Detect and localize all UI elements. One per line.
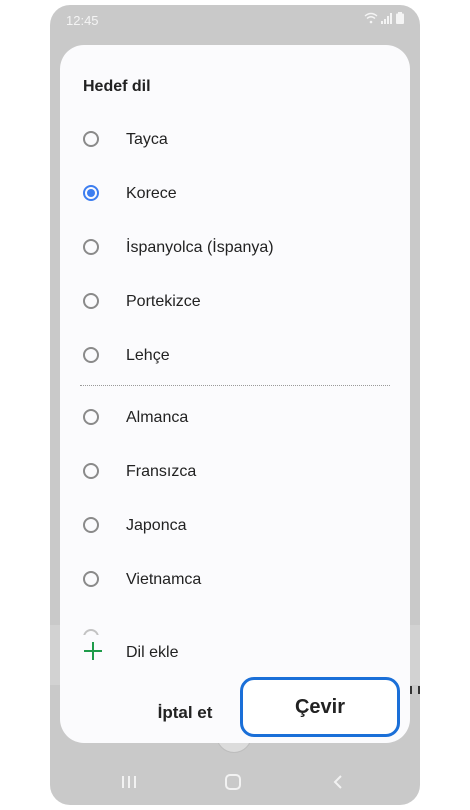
language-label: Lehçe [126, 347, 170, 364]
scroll-indicator [410, 686, 420, 694]
language-label: İspanyolca (İspanya) [126, 239, 274, 256]
language-option[interactable]: Korece [60, 167, 410, 221]
status-time: 12:45 [66, 13, 99, 28]
language-label: Vietnamca [126, 571, 202, 588]
language-option[interactable]: Japonca [60, 499, 410, 553]
language-option[interactable]: Lehçe [60, 329, 410, 383]
plus-icon [84, 642, 102, 660]
signal-icon [381, 12, 392, 24]
language-label: Tayca [126, 131, 168, 148]
section-divider [80, 385, 390, 386]
language-label: Fransızca [126, 463, 197, 480]
add-language-button[interactable]: Dil ekle [60, 633, 410, 677]
radio-button[interactable] [83, 239, 99, 255]
wifi-icon [364, 12, 378, 24]
radio-button[interactable] [83, 293, 99, 309]
cancel-button[interactable]: İptal et [110, 695, 260, 731]
language-option[interactable]: Fransızca [60, 445, 410, 499]
language-option[interactable]: Tayca [60, 113, 410, 167]
recent-apps-icon[interactable] [120, 773, 138, 791]
language-option[interactable]: Vietnamca [60, 553, 410, 607]
radio-button[interactable] [83, 571, 99, 587]
radio-button[interactable] [83, 463, 99, 479]
target-language-sheet: Hedef dil Tayca Korece İspanyolca (İspan… [60, 45, 410, 743]
language-label: Korece [126, 185, 177, 202]
home-icon[interactable] [224, 773, 242, 791]
translate-button[interactable]: Çevir [240, 677, 400, 737]
status-bar: 12:45 [50, 5, 420, 35]
language-option[interactable]: Almanca [60, 391, 410, 445]
language-label: Almanca [126, 409, 189, 426]
language-option[interactable]: Portekizce [60, 275, 410, 329]
language-option[interactable]: İspanyolca (İspanya) [60, 221, 410, 275]
radio-button[interactable] [83, 347, 99, 363]
back-icon[interactable] [330, 773, 348, 791]
radio-button[interactable] [83, 131, 99, 147]
add-language-label: Dil ekle [126, 644, 179, 661]
radio-button[interactable] [83, 409, 99, 425]
language-label: Japonca [126, 517, 187, 534]
radio-button-selected[interactable] [83, 185, 99, 201]
sheet-title: Hedef dil [83, 78, 151, 95]
phone-screen: 12:45 Hedef dil Tayca Korece İspanyolca … [50, 5, 420, 805]
language-label: Portekizce [126, 293, 201, 310]
radio-button[interactable] [83, 517, 99, 533]
battery-icon [396, 12, 404, 24]
navigation-bar [50, 765, 420, 805]
